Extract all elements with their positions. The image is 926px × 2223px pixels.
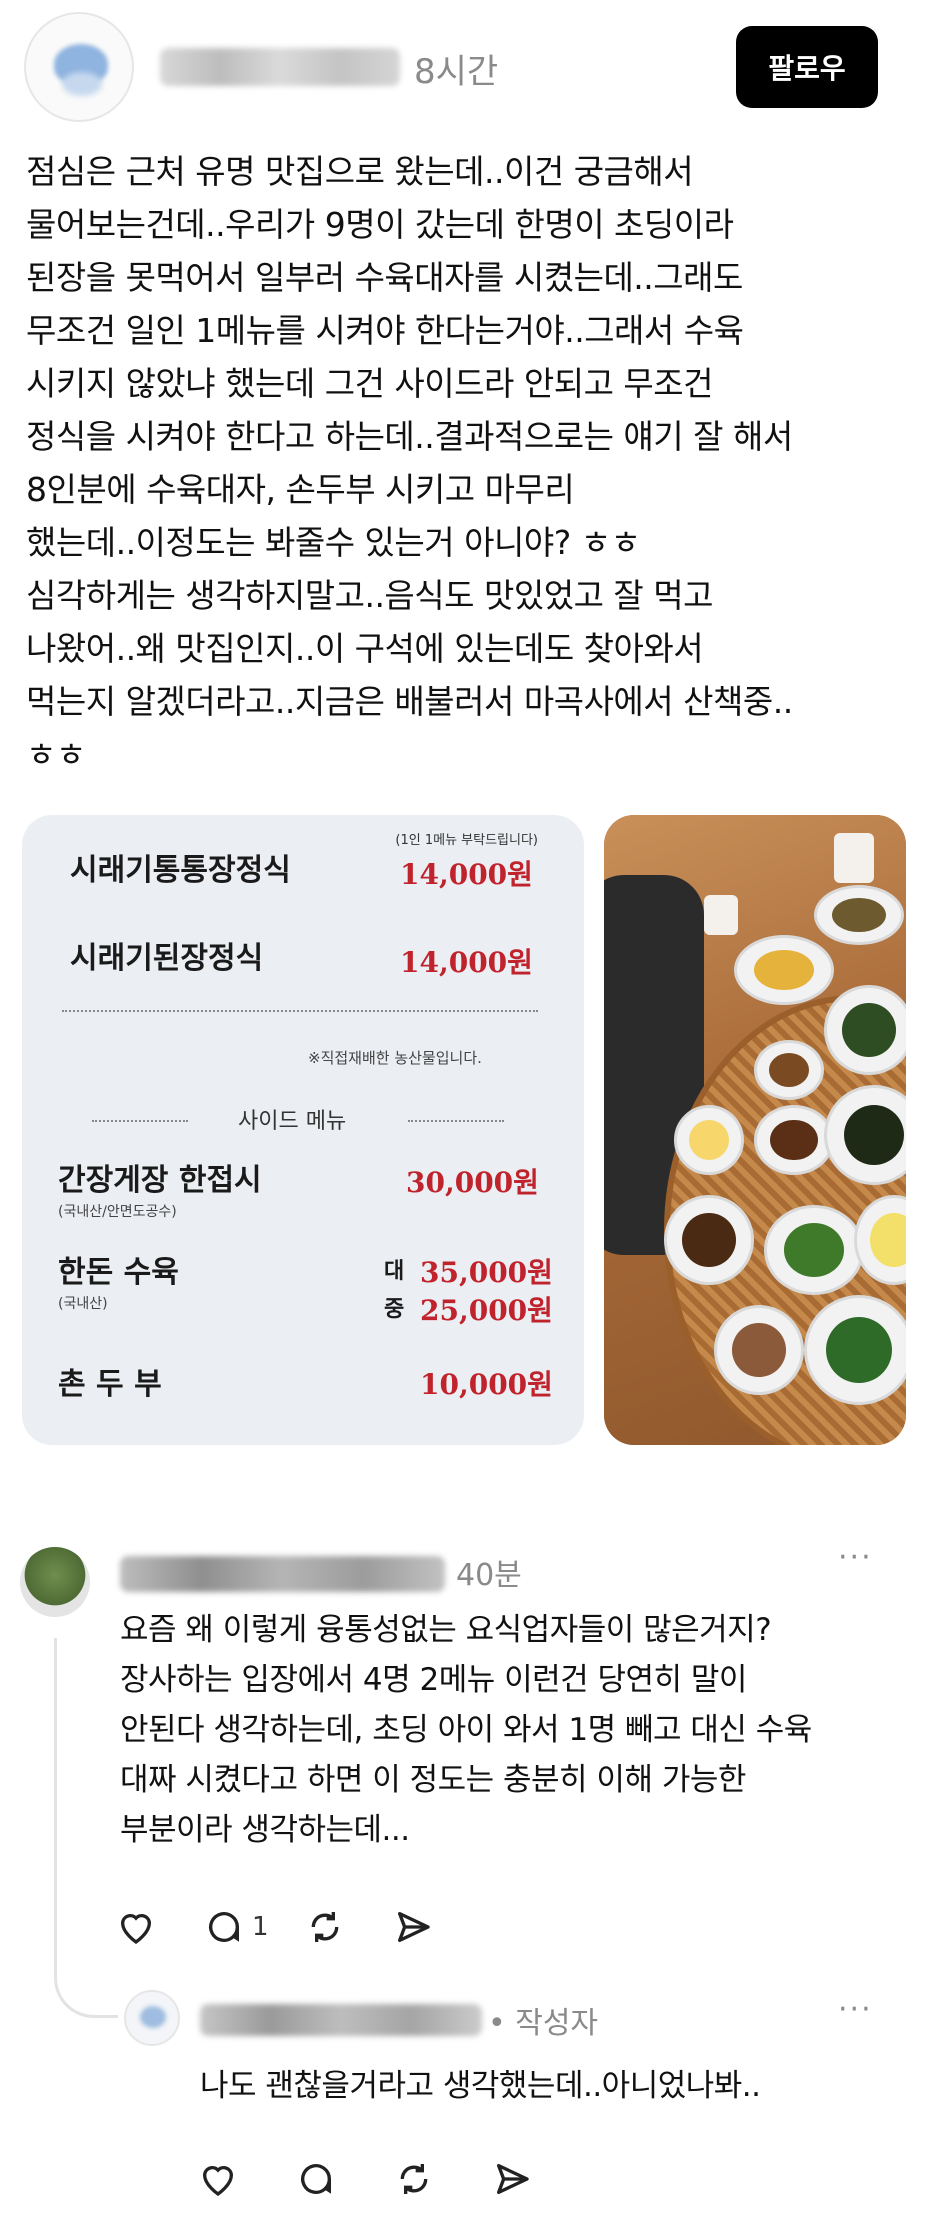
menu-item-price: 14,000원 [400, 858, 533, 891]
commenter-avatar[interactable] [20, 1547, 90, 1617]
side-item-size: 대 [384, 1258, 405, 1284]
author-badge: • 작성자 [488, 2006, 599, 2041]
comment-text: 요즘 왜 이렇게 융통성없는 요식업자들이 많은거지? 장사하는 입장에서 4명… [120, 1605, 900, 1855]
side-item-price: 35,000원 [420, 1256, 553, 1289]
post-text-line: 물어보는건데..우리가 9명이 갔는데 한명이 초딩이라 [26, 205, 734, 244]
post-text-line: 8인분에 수육대자, 손두부 시키고 마무리 [26, 470, 575, 509]
comment-text-line: 안된다 생각하는데, 초딩 아이 와서 1명 빼고 대신 수육 [120, 1712, 812, 1748]
side-item-origin: (국내산/안면도공수) [58, 1204, 177, 1220]
side-dish [714, 1305, 804, 1395]
side-dish [814, 885, 904, 945]
avatar-figure [140, 2006, 166, 2028]
reply-username-blurred[interactable] [200, 2004, 482, 2036]
side-item-origin: (국내산) [58, 1296, 108, 1312]
post-text-line: ㅎㅎ [26, 735, 86, 774]
side-item-price: 25,000원 [420, 1294, 553, 1327]
heart-icon[interactable] [114, 1905, 158, 1949]
food-photo-image[interactable] [604, 815, 906, 1445]
side-dish [824, 985, 906, 1075]
post-text-line: 심각하게는 생각하지말고..음식도 맛있었고 잘 먹고 [26, 576, 714, 615]
side-menu-heading: 사이드 메뉴 [238, 1109, 347, 1134]
post-text-line: 된장을 못먹어서 일부러 수육대자를 시켰는데..그래도 [26, 258, 743, 297]
menu-origin-note: ※직접재배한 농산물입니다. [308, 1049, 482, 1067]
side-item-price: 30,000원 [406, 1166, 539, 1199]
post-text-line: 나왔어..왜 맛집인지..이 구석에 있는데도 찾아와서 [26, 629, 704, 668]
avatar-figure-base [62, 72, 102, 96]
post-text-line: 했는데..이정도는 봐줄수 있는거 아니야? ㅎㅎ [26, 523, 641, 562]
follow-button[interactable]: 팔로우 [736, 26, 878, 108]
comment-text-line: 요즘 왜 이렇게 융통성없는 요식업자들이 많은거지? [120, 1612, 772, 1648]
menu-divider [92, 1120, 188, 1122]
side-dish [734, 935, 834, 1005]
side-dish [674, 1105, 744, 1175]
menu-item-name: 시래기된장정식 [70, 941, 264, 976]
send-icon[interactable] [391, 1905, 435, 1949]
cup [704, 895, 738, 935]
comment-text-line: 부분이라 생각하는데... [120, 1812, 410, 1848]
menu-order-note: (1인 1메뉴 부탁드립니다) [395, 833, 538, 848]
reply-count: 1 [252, 1912, 269, 1942]
reply-more-icon[interactable]: ··· [838, 1992, 873, 2027]
post-text-line: 점심은 근처 유명 맛집으로 왔는데..이건 궁금해서 [26, 152, 694, 191]
comment-text-line: 대짜 시켰다고 하면 이 정도는 충분히 이해 가능한 [120, 1762, 746, 1798]
commenter-username-blurred[interactable] [120, 1556, 445, 1592]
comment-bubble-icon[interactable] [202, 1905, 246, 1949]
comment-bubble-icon[interactable] [294, 2157, 338, 2201]
menu-divider [62, 1010, 538, 1012]
post-text-line: 시키지 않았냐 했는데 그건 사이드라 안되고 무조건 [26, 364, 714, 403]
side-item-price: 10,000원 [420, 1368, 553, 1401]
side-item-size: 중 [384, 1296, 405, 1322]
post-text: 점심은 근처 유명 맛집으로 왔는데..이건 궁금해서 물어보는건데..우리가 … [26, 145, 906, 781]
post-text-line: 무조건 일인 1메뉴를 시켜야 한다는거야..그래서 수육 [26, 311, 744, 350]
side-dish [754, 1105, 834, 1175]
side-dish [764, 1205, 864, 1295]
side-item-name: 촌 두 부 [58, 1367, 162, 1402]
side-item-name: 간장게장 한접시 [58, 1163, 262, 1198]
reply-author-avatar[interactable] [124, 1990, 180, 2046]
menu-item-price: 14,000원 [400, 946, 533, 979]
side-dish [754, 1040, 824, 1100]
post-text-line: 정식을 시켜야 한다고 하는데..결과적으로는 얘기 잘 해서 [26, 417, 793, 456]
reply-thread-line [54, 1638, 118, 2018]
send-icon[interactable] [490, 2157, 534, 2201]
menu-item-name: 시래기통통장정식 [70, 853, 291, 888]
post-text-line: 먹는지 알겠더라고..지금은 배불러서 마곡사에서 산책중.. [26, 682, 793, 721]
comment-more-icon[interactable]: ··· [838, 1540, 873, 1575]
post-timestamp: 8시간 [414, 52, 499, 92]
comment-timestamp: 40분 [456, 1558, 522, 1593]
comment-text-line: 장사하는 입장에서 4명 2메뉴 이런건 당연히 말이 [120, 1662, 747, 1698]
reply-actions [196, 2154, 534, 2204]
reply-text: 나도 괜찮을거라고 생각했는데..아니었나봐.. [200, 2068, 761, 2104]
repost-icon[interactable] [392, 2157, 436, 2201]
cup [834, 833, 874, 883]
author-avatar[interactable] [24, 12, 134, 122]
side-item-name: 한돈 수육 [58, 1255, 179, 1290]
side-dish [804, 1295, 906, 1405]
repost-icon[interactable] [303, 1905, 347, 1949]
heart-icon[interactable] [196, 2157, 240, 2201]
menu-divider [408, 1120, 504, 1122]
side-dish [664, 1195, 754, 1285]
comment-actions: 1 [114, 1902, 435, 1952]
author-username-blurred[interactable] [160, 48, 400, 86]
menu-board-image[interactable]: (1인 1메뉴 부탁드립니다) 시래기통통장정식 14,000원 시래기된장정식… [22, 815, 584, 1445]
